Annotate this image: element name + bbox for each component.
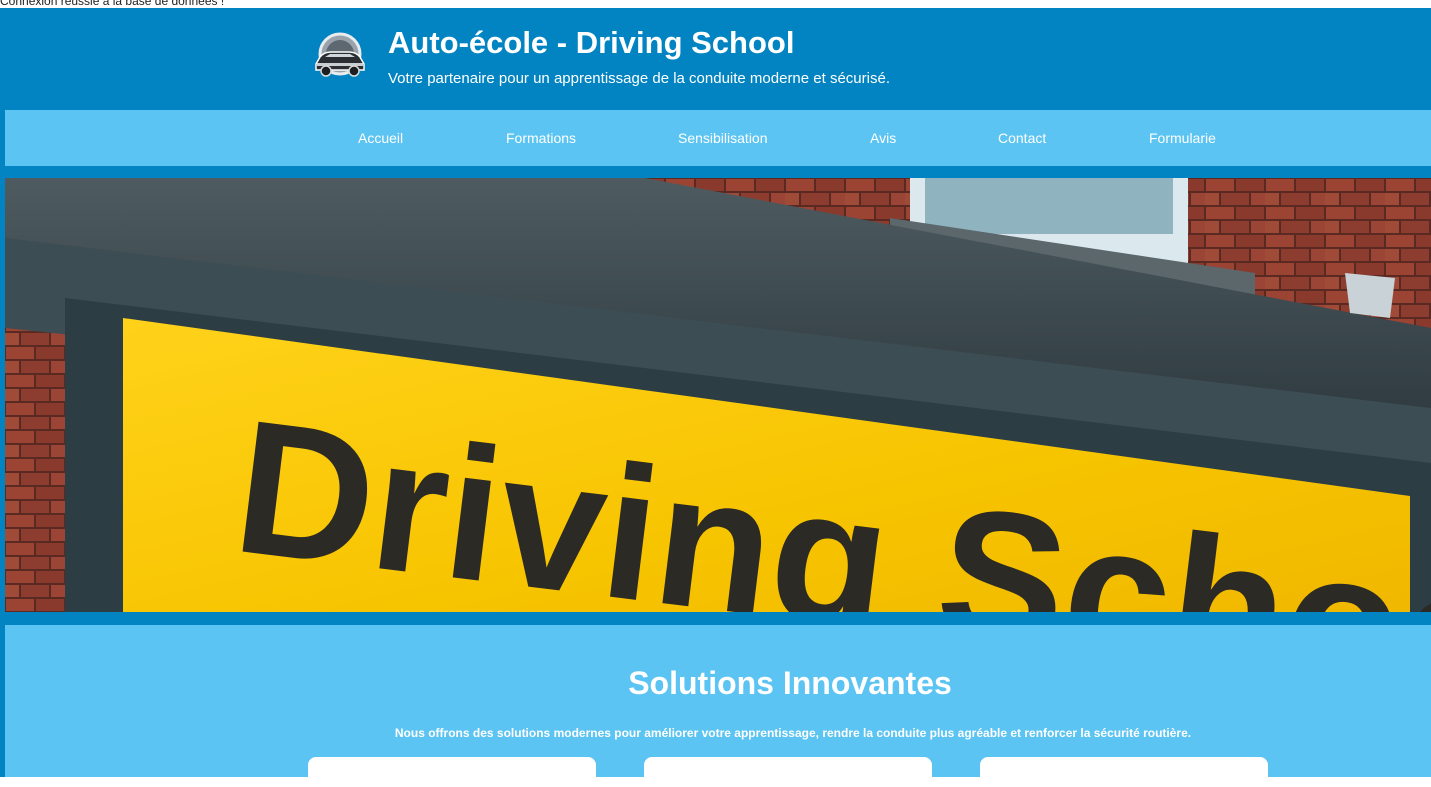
main-nav: Accueil Formations Sensibilisation Avis … xyxy=(5,110,1431,166)
nav-item-formularie[interactable]: Formularie xyxy=(1149,110,1216,166)
site-subtitle: Votre partenaire pour un apprentissage d… xyxy=(388,70,890,87)
hero-image: Driving School xyxy=(5,178,1431,612)
solution-card xyxy=(980,757,1268,787)
solutions-section: Solutions Innovantes Nous offrons des so… xyxy=(5,625,1431,787)
nav-item-formations[interactable]: Formations xyxy=(506,110,576,166)
solutions-title: Solutions Innovantes xyxy=(628,665,952,701)
solution-card xyxy=(644,757,932,787)
db-connection-status: Connexion réussie à la base de données ! xyxy=(0,0,225,8)
nav-item-avis[interactable]: Avis xyxy=(870,110,896,166)
site-header: Auto-école - Driving School Votre parten… xyxy=(0,8,1431,110)
nav-item-contact[interactable]: Contact xyxy=(998,110,1046,166)
solution-card xyxy=(308,757,596,787)
solutions-text: Nous offrons des solutions modernes pour… xyxy=(394,726,1192,740)
nav-item-accueil[interactable]: Accueil xyxy=(358,110,403,166)
car-logo-icon xyxy=(311,30,369,80)
site-title: Auto-école - Driving School xyxy=(388,25,795,60)
nav-item-sensibilisation[interactable]: Sensibilisation xyxy=(678,110,768,166)
page: Auto-école - Driving School Votre parten… xyxy=(0,8,1431,787)
